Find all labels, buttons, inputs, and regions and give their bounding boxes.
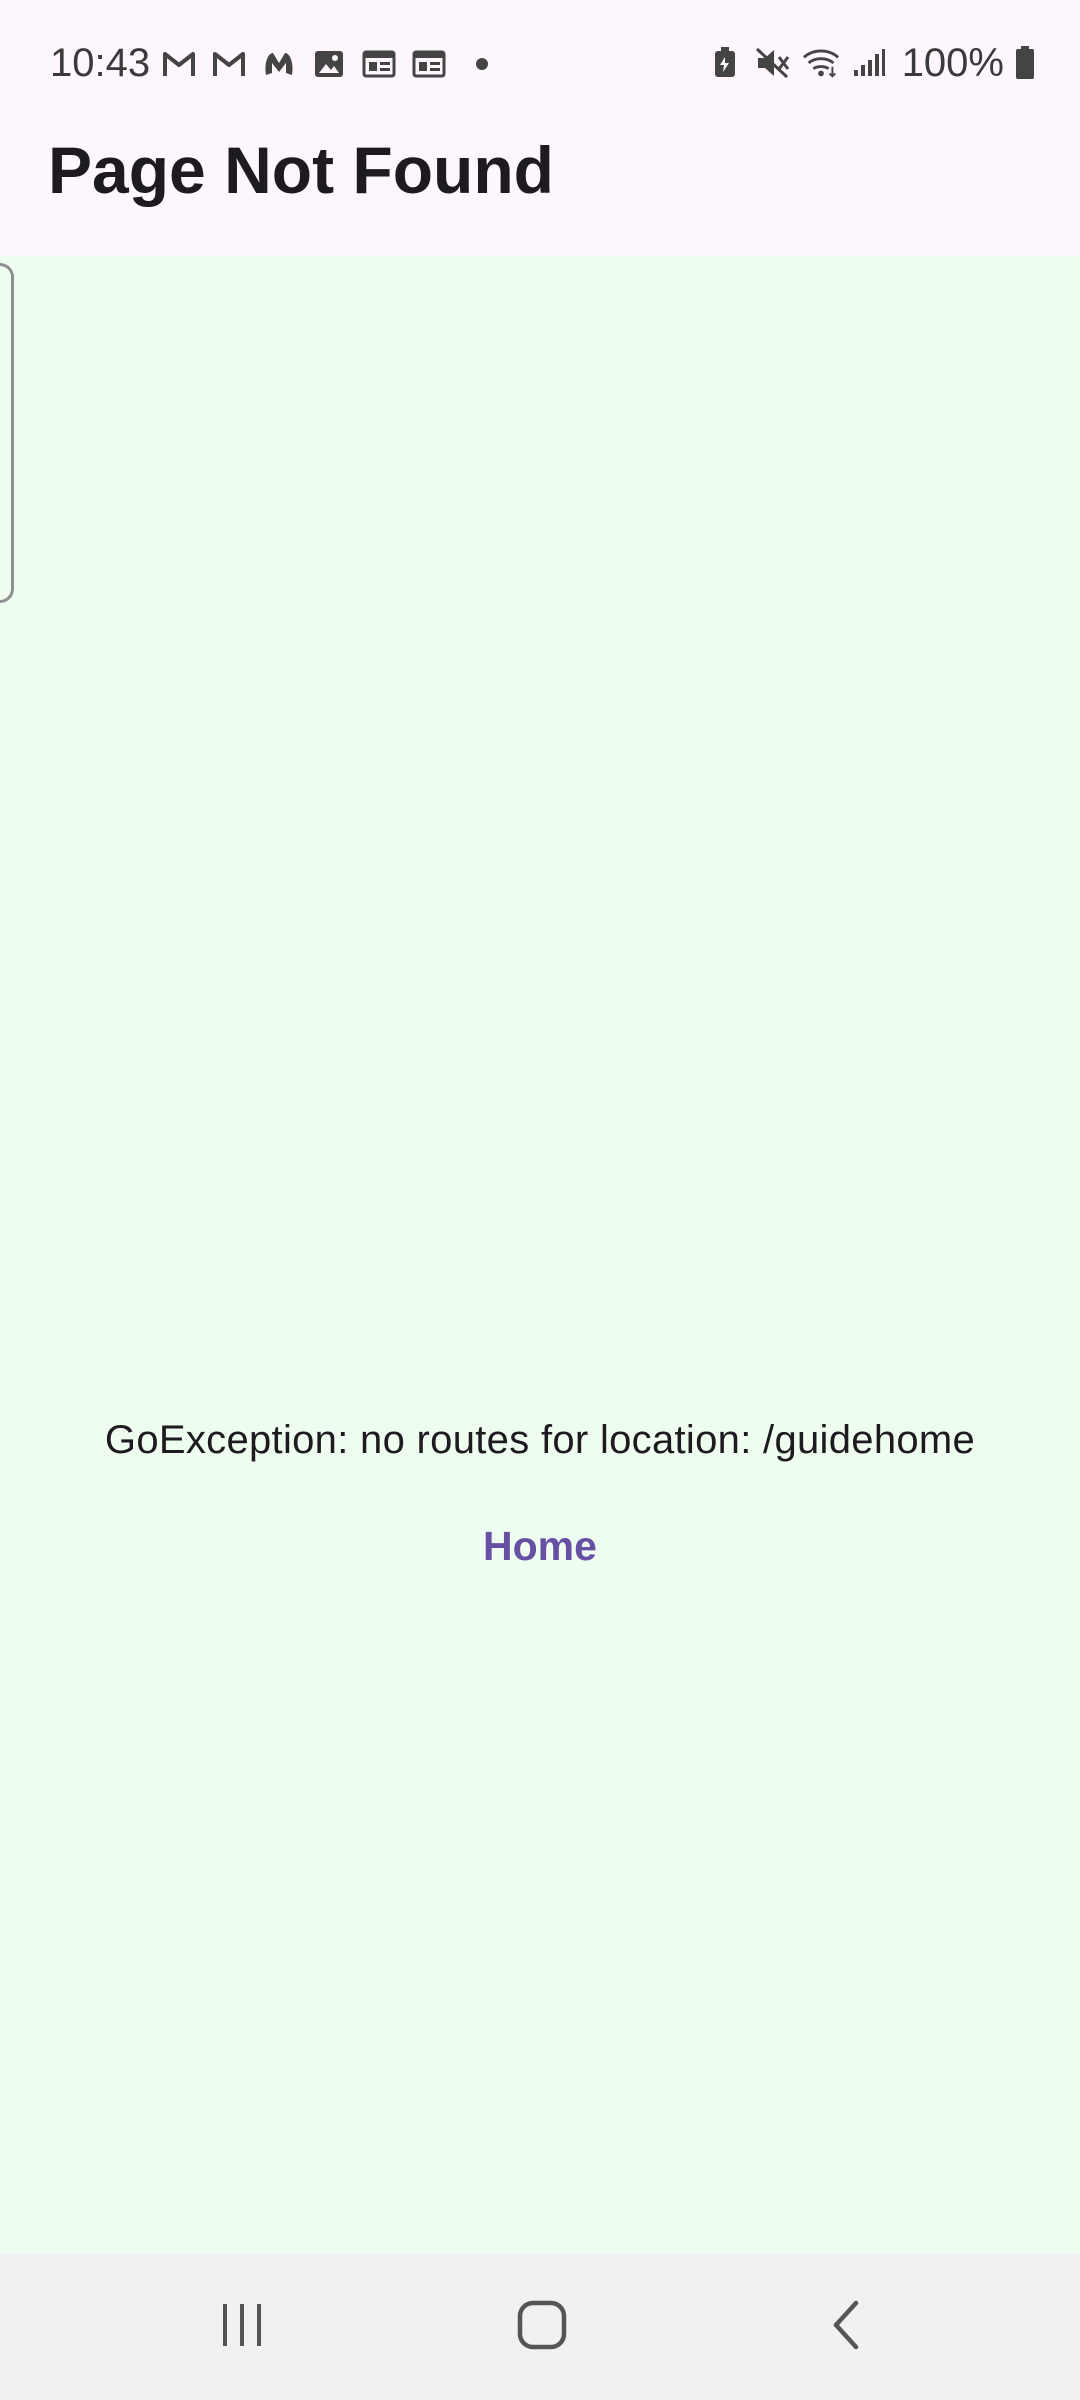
notification-icons — [160, 42, 488, 86]
main-content: GoException: no routes for location: /gu… — [0, 256, 1080, 2254]
error-message: GoException: no routes for location: /gu… — [104, 1418, 976, 1462]
home-nav-button[interactable] — [442, 2254, 642, 2400]
malwarebytes-icon — [260, 45, 298, 83]
signal-icon — [850, 44, 888, 82]
back-icon — [826, 2299, 866, 2356]
home-button[interactable]: Home — [440, 1508, 640, 1584]
page-title: Page Not Found — [48, 133, 554, 207]
battery-percent: 100% — [901, 40, 1004, 85]
recent-apps-button[interactable] — [142, 2254, 342, 2400]
more-notifications-dot — [476, 58, 488, 70]
gmail-icon — [160, 45, 198, 83]
battery-saver-icon — [706, 44, 744, 82]
screen: 10:43 100% Page Not Found GoException: n… — [0, 0, 1080, 2400]
mute-icon — [754, 44, 792, 82]
status-bar: 10:43 100% — [0, 0, 1080, 125]
recent-apps-icon — [217, 2300, 267, 2355]
top-app-area: 10:43 100% Page Not Found — [0, 0, 1080, 256]
news-icon — [410, 45, 448, 83]
wifi-icon — [802, 44, 840, 82]
navigation-bar — [0, 2254, 1080, 2400]
status-time: 10:43 — [50, 41, 151, 85]
edge-panel-handle[interactable] — [0, 263, 14, 603]
photos-icon — [310, 45, 348, 83]
battery-icon — [1014, 44, 1036, 82]
news-icon — [360, 45, 398, 83]
gmail-icon — [210, 45, 248, 83]
back-button[interactable] — [746, 2254, 946, 2400]
home-nav-icon — [516, 2299, 568, 2356]
system-icons: 100% — [706, 38, 1036, 88]
